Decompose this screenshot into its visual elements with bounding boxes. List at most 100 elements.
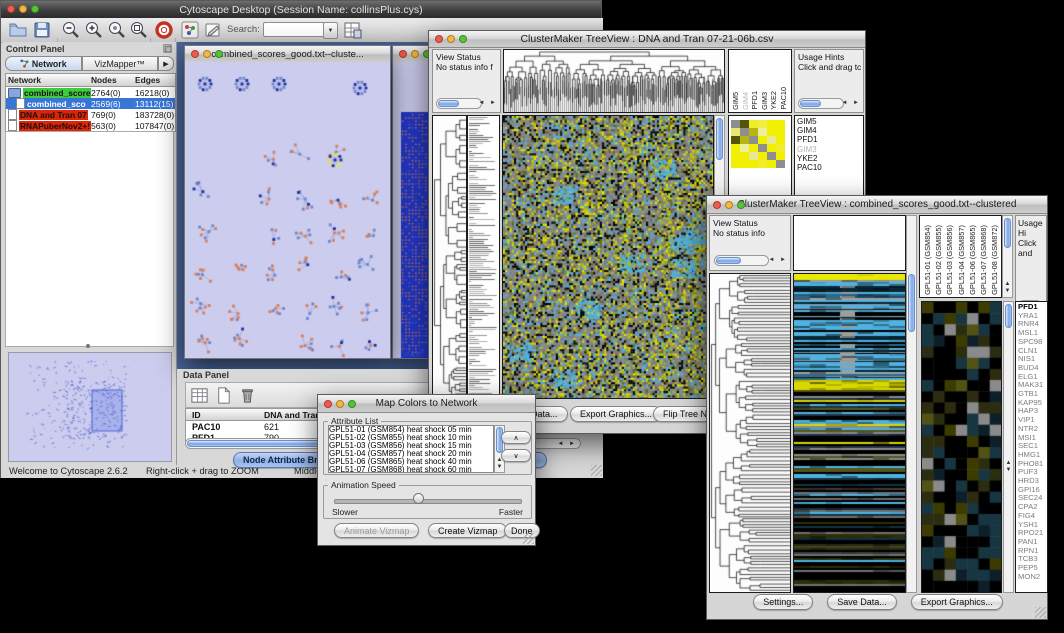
row-labels-strip[interactable] bbox=[467, 115, 500, 399]
network-view-titlebar[interactable]: combined_scores_good.txt--cluste... bbox=[185, 46, 390, 63]
minimize-button[interactable] bbox=[725, 201, 733, 209]
network-tree-area[interactable] bbox=[5, 131, 174, 347]
view-status-title: View Status bbox=[436, 52, 500, 62]
open-session-icon[interactable] bbox=[8, 20, 28, 40]
treeview-combined-titlebar[interactable]: ClusterMaker TreeView : combined_scores_… bbox=[707, 196, 1047, 214]
network-view-window: combined_scores_good.txt--cluste... bbox=[184, 45, 391, 359]
close-button[interactable] bbox=[713, 201, 721, 209]
close-button[interactable] bbox=[399, 50, 407, 58]
zoom-button[interactable] bbox=[459, 35, 467, 43]
usage-hints-panel: Usage Hints Click and drag tc ◄ ► bbox=[794, 49, 864, 113]
zoom-button[interactable] bbox=[348, 400, 356, 408]
close-button[interactable] bbox=[435, 35, 443, 43]
minimize-button[interactable] bbox=[336, 400, 344, 408]
resize-grip[interactable] bbox=[591, 465, 602, 476]
move-down-button[interactable]: ∨ bbox=[501, 449, 531, 462]
background-window-titlebar[interactable] bbox=[393, 46, 428, 63]
heatmap-combined-box[interactable] bbox=[793, 273, 906, 593]
zoom-selected-icon[interactable] bbox=[107, 20, 127, 40]
zoom-button[interactable] bbox=[215, 50, 223, 58]
network-overview-canvas[interactable] bbox=[9, 353, 171, 461]
gene-list-vscrollbar[interactable]: ▲▼ bbox=[1003, 301, 1014, 593]
main-titlebar[interactable]: Cytoscape Desktop (Session Name: collins… bbox=[1, 1, 601, 19]
control-panel: Control Panel Network VizMapper™ ▶ Netwo… bbox=[2, 42, 177, 465]
network-table-header[interactable]: Network Nodes Edges bbox=[6, 74, 175, 87]
speed-slider-track[interactable] bbox=[334, 499, 522, 504]
col-network[interactable]: Network bbox=[6, 75, 91, 85]
tab-network[interactable]: Network bbox=[5, 56, 82, 71]
search-dropdown-button[interactable]: ▼ bbox=[323, 22, 338, 39]
minimize-button[interactable] bbox=[203, 50, 211, 58]
network-overview-icon[interactable] bbox=[180, 20, 200, 40]
view-status-text: No status info bbox=[713, 228, 790, 238]
dense-network-canvas[interactable] bbox=[393, 62, 428, 358]
id-column-header[interactable]: ID bbox=[186, 410, 264, 420]
zoom-fit-icon[interactable] bbox=[129, 20, 149, 40]
column-labels-dna[interactable]: GIM5GIM4PFD1GIM3YKE2PAC10 bbox=[728, 49, 792, 113]
zoom-matrix[interactable] bbox=[731, 120, 785, 168]
minimize-button[interactable] bbox=[447, 35, 455, 43]
save-data-button[interactable]: Save Data... bbox=[827, 594, 897, 610]
tab-vizmapper[interactable]: VizMapper™ bbox=[82, 56, 159, 71]
treeview-dna-titlebar[interactable]: ClusterMaker TreeView : DNA and Tran 07-… bbox=[429, 31, 865, 48]
settings-button[interactable]: Settings... bbox=[753, 594, 813, 610]
network-row-combined-sco-selected[interactable]: combined_sco 2569(6) 13112(15) bbox=[6, 98, 175, 109]
zoom-button[interactable] bbox=[31, 5, 39, 13]
heatmap-dna-box[interactable] bbox=[502, 115, 714, 399]
export-graphics-button[interactable]: Export Graphics... bbox=[911, 594, 1003, 610]
export-graphics-button[interactable]: Export Graphics... bbox=[570, 406, 662, 422]
zoom-out-icon[interactable] bbox=[61, 20, 81, 40]
row-dendrogram-box[interactable] bbox=[709, 273, 791, 593]
close-button[interactable] bbox=[191, 50, 199, 58]
attribute-select-icon[interactable] bbox=[190, 386, 209, 405]
help-lifesaver-icon[interactable] bbox=[154, 20, 174, 40]
speed-slider-thumb[interactable] bbox=[413, 493, 424, 504]
network-overview-box[interactable] bbox=[8, 352, 172, 462]
row-dendrogram-box[interactable] bbox=[432, 115, 467, 399]
minimize-button[interactable] bbox=[19, 5, 27, 13]
view-status-panel: View Status No status info ◄ ► bbox=[709, 215, 791, 271]
search-input[interactable] bbox=[263, 22, 325, 37]
gene-labels-list[interactable]: PFD1YRA1RNR4MSL1SPC98CLN1NIS1BUD4ELG1MAK… bbox=[1015, 301, 1048, 593]
network-row-combined-scores[interactable]: combined_scores 2764(0) 16218(0) bbox=[6, 87, 175, 98]
delete-attribute-icon[interactable] bbox=[238, 386, 257, 405]
splitter-handle[interactable] bbox=[86, 344, 90, 348]
done-button[interactable]: Done bbox=[504, 523, 540, 538]
close-button[interactable] bbox=[324, 400, 332, 408]
view-status-hscrollbar[interactable] bbox=[436, 98, 482, 109]
float-panel-icon[interactable] bbox=[163, 44, 172, 53]
usage-hints-hscrollbar[interactable] bbox=[798, 98, 844, 109]
close-button[interactable] bbox=[7, 5, 15, 13]
col-edges[interactable]: Edges bbox=[135, 75, 175, 85]
column-labels-combined[interactable]: GPL51-01 (GSM854)GPL51-02 (GSM855)GPL51-… bbox=[919, 215, 1002, 298]
new-attribute-icon[interactable] bbox=[214, 386, 233, 405]
view-status-hscrollbar[interactable] bbox=[714, 255, 769, 266]
zoom-in-icon[interactable] bbox=[84, 20, 104, 40]
save-session-icon[interactable] bbox=[32, 20, 52, 40]
minimize-button[interactable] bbox=[411, 50, 419, 58]
network-row-rnapuber[interactable]: RNAPuberNov2+! 563(0) 107847(0) bbox=[6, 120, 175, 131]
heatmap-combined-vscrollbar[interactable] bbox=[906, 215, 917, 593]
move-up-button[interactable]: ∧ bbox=[501, 431, 531, 444]
col-nodes[interactable]: Nodes bbox=[91, 75, 135, 85]
attribute-table-icon[interactable] bbox=[342, 20, 362, 40]
usage-hints-title: Usage Hints bbox=[798, 52, 863, 62]
tab-overflow-button[interactable]: ▶ bbox=[158, 56, 174, 71]
zoom-button[interactable] bbox=[737, 201, 745, 209]
create-vizmap-button[interactable]: Create Vizmap bbox=[428, 523, 507, 538]
column-labels-vscrollbar[interactable]: ▲▼ bbox=[1002, 215, 1013, 298]
desktop: Cytoscape Desktop (Session Name: collins… bbox=[0, 0, 1064, 633]
file-icon bbox=[16, 98, 25, 109]
network-view-title: combined_scores_good.txt--cluste... bbox=[211, 49, 364, 60]
resize-grip[interactable] bbox=[1035, 607, 1046, 618]
control-panel-title: Control Panel bbox=[6, 44, 65, 54]
zoom-heatmap-box[interactable] bbox=[921, 301, 1002, 593]
annotation-icon[interactable] bbox=[203, 20, 223, 40]
resize-grip[interactable] bbox=[523, 533, 534, 544]
attribute-list[interactable]: GPL51-01 (GSM854) heat shock 05 minGPL51… bbox=[328, 425, 494, 473]
network-graph-canvas[interactable] bbox=[185, 62, 390, 358]
map-colors-titlebar[interactable]: Map Colors to Network bbox=[318, 395, 535, 413]
column-dendrogram-box[interactable] bbox=[503, 49, 725, 113]
network-row-dna-tran[interactable]: DNA and Tran 07 769(0) 183728(0) bbox=[6, 109, 175, 120]
animate-vizmap-button[interactable]: Animate Vizmap bbox=[334, 523, 419, 538]
